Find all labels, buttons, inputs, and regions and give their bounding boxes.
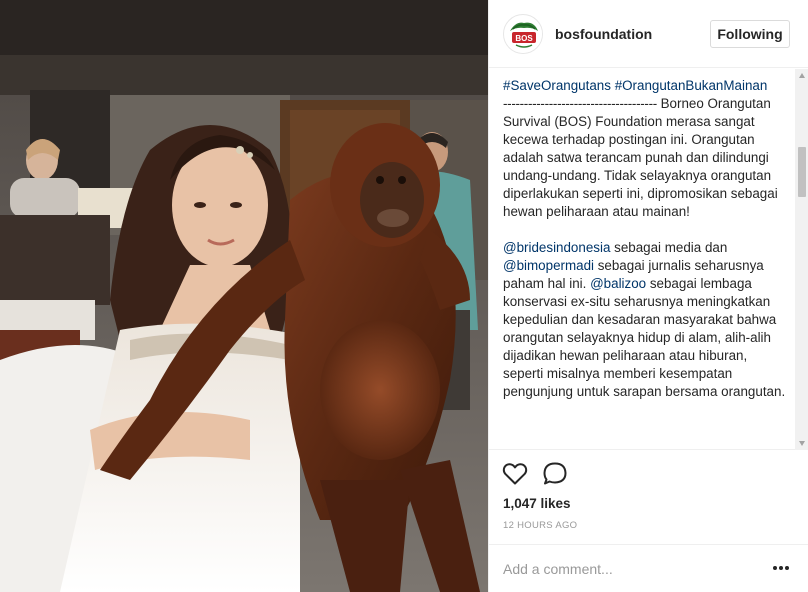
- hashtag-link[interactable]: #OrangutanBukanMainan: [615, 78, 768, 93]
- caption-scrollbar[interactable]: [795, 69, 808, 450]
- post-side-panel: BOS bosfoundation Following #SaveOrangut…: [488, 0, 808, 592]
- heart-icon[interactable]: [501, 460, 529, 488]
- caption-scroll-area[interactable]: #SaveOrangutans #OrangutanBukanMainan ---…: [489, 69, 808, 450]
- bos-logo-icon: BOS: [505, 16, 542, 53]
- post-timestamp[interactable]: 12 HOURS AGO: [503, 520, 577, 531]
- following-button[interactable]: Following: [710, 20, 790, 48]
- post-actions: [501, 460, 621, 490]
- avatar[interactable]: BOS: [503, 14, 543, 54]
- caption-divider: -------------------------------------: [503, 96, 657, 111]
- comment-input[interactable]: [503, 559, 753, 579]
- comment-bubble-icon[interactable]: [541, 460, 569, 488]
- caption-paragraph-2: @bridesindonesia sebagai media dan @bimo…: [503, 239, 789, 401]
- caption-text: Borneo Orangutan Survival (BOS) Foundati…: [503, 96, 778, 219]
- svg-text:BOS: BOS: [515, 34, 533, 43]
- caption-text: sebagai lembaga konservasi ex-situ sehar…: [503, 276, 786, 399]
- caption-paragraph-1: #SaveOrangutans #OrangutanBukanMainan ---…: [503, 77, 789, 221]
- post-caption: #SaveOrangutans #OrangutanBukanMainan ---…: [503, 77, 789, 419]
- mention-link[interactable]: @balizoo: [590, 276, 646, 291]
- username-link[interactable]: bosfoundation: [555, 26, 652, 42]
- scrollbar-thumb[interactable]: [798, 147, 806, 197]
- scroll-up-arrow-icon[interactable]: [799, 73, 805, 78]
- mention-link[interactable]: @bridesindonesia: [503, 240, 610, 255]
- likes-count[interactable]: 1,047 likes: [503, 496, 571, 511]
- post-photo[interactable]: [0, 0, 488, 592]
- comment-bar: [489, 544, 808, 592]
- mention-link[interactable]: @bimopermadi: [503, 258, 594, 273]
- post-header: BOS bosfoundation Following: [489, 0, 808, 68]
- caption-text: sebagai media dan: [610, 240, 728, 255]
- more-options-icon[interactable]: [773, 566, 789, 572]
- photo-illustration: [0, 0, 488, 592]
- hashtag-link[interactable]: #SaveOrangutans: [503, 78, 611, 93]
- scroll-down-arrow-icon[interactable]: [799, 441, 805, 446]
